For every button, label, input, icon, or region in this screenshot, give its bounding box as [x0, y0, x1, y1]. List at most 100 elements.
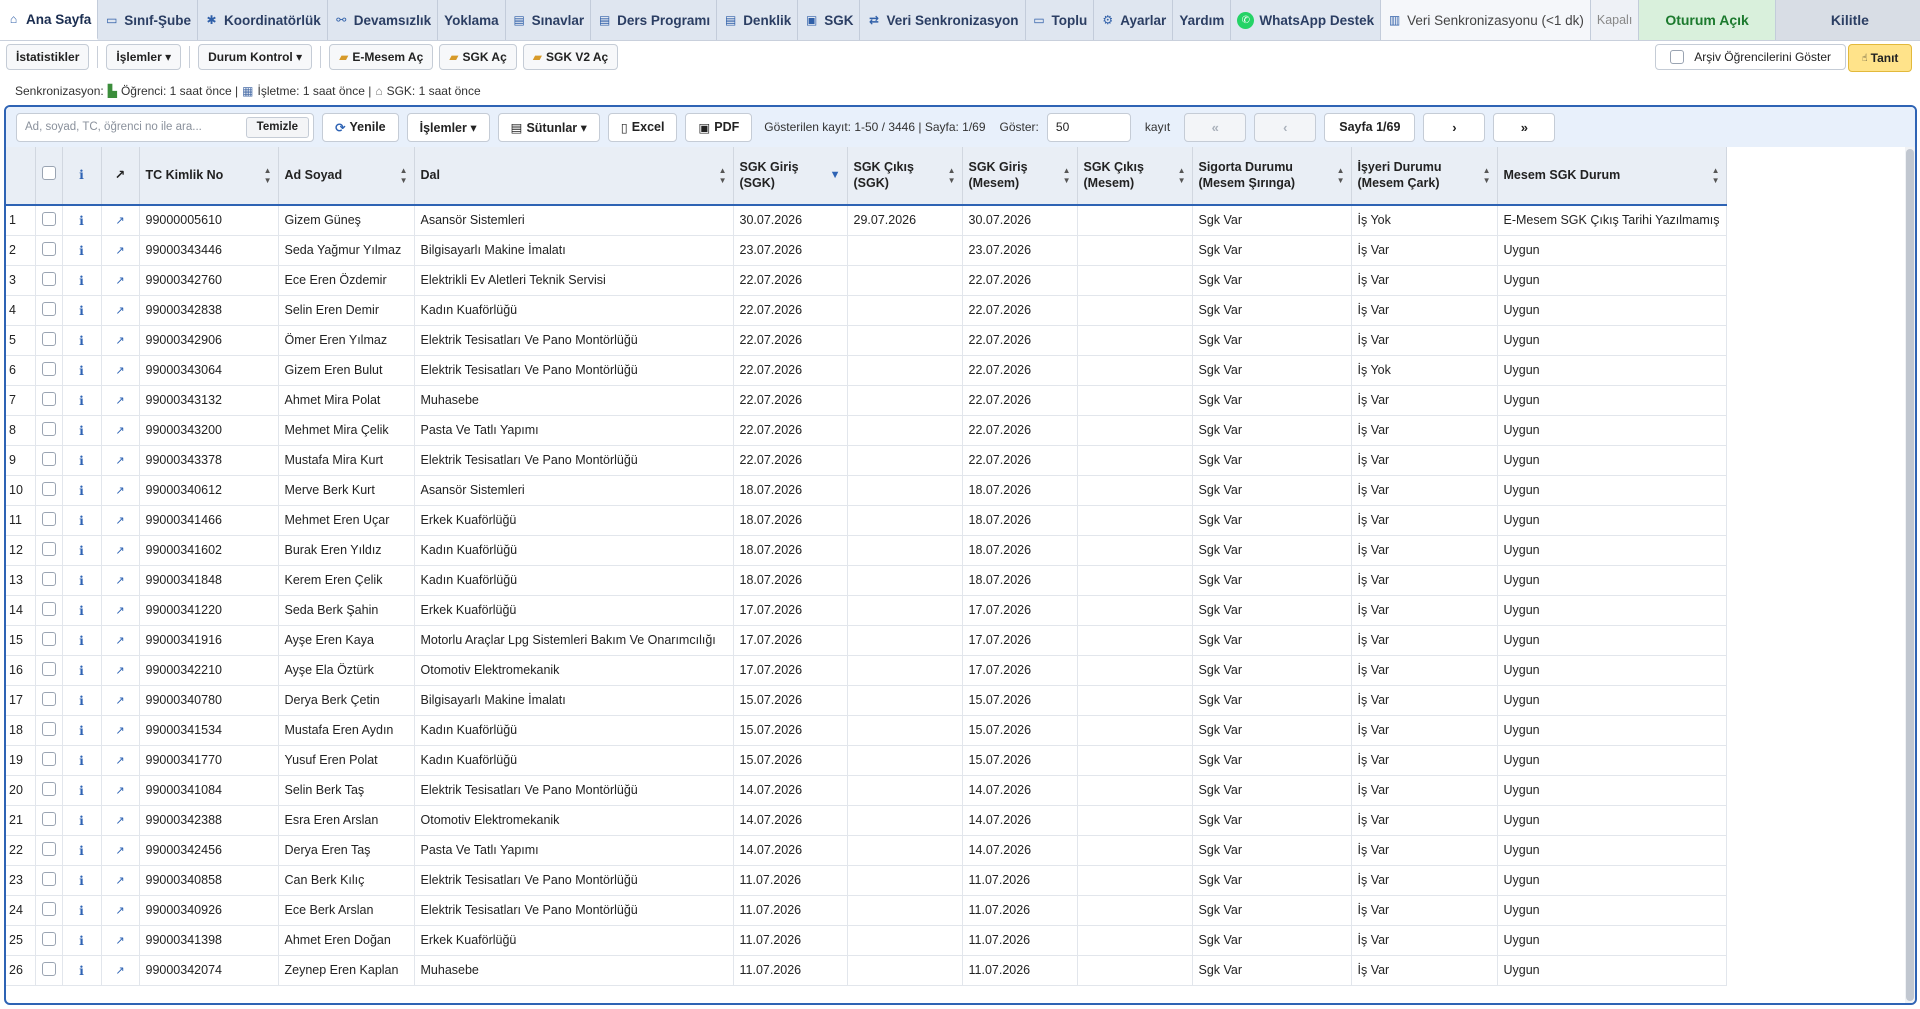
row-open-cell[interactable]: ↗: [101, 385, 140, 416]
external-link-icon[interactable]: ↗: [115, 515, 124, 527]
excel-export-button[interactable]: ▯ Excel: [607, 112, 678, 142]
external-link-icon[interactable]: ↗: [115, 545, 124, 557]
row-select-cell[interactable]: [35, 685, 63, 716]
row-open-cell[interactable]: ↗: [101, 925, 140, 956]
show-archive-students-toggle[interactable]: Arşiv Öğrencilerini Göster: [1655, 44, 1846, 70]
info-icon[interactable]: i: [79, 573, 84, 588]
status-check-dropdown-button[interactable]: Durum Kontrol ▾: [198, 44, 313, 70]
table-row[interactable]: 24 i ↗ 99000340926 Ece Berk Arslan Elektrik T…: [6, 895, 1727, 926]
row-info-cell[interactable]: i: [62, 325, 102, 356]
open-sgk-v2-button[interactable]: ▰ SGK V2 Aç: [522, 44, 619, 70]
row-open-cell[interactable]: ↗: [101, 295, 140, 326]
previous-page-button[interactable]: ‹: [1254, 112, 1317, 142]
row-checkbox[interactable]: [41, 931, 56, 946]
grid-actions-dropdown[interactable]: İşlemler ▾: [406, 112, 490, 142]
row-checkbox[interactable]: [41, 781, 56, 796]
row-info-cell[interactable]: i: [62, 685, 102, 716]
column-header-sgk-exit[interactable]: SGK Çıkış (SGK) ▲ ▼: [847, 147, 963, 206]
row-open-cell[interactable]: ↗: [101, 535, 140, 566]
row-checkbox[interactable]: [41, 301, 56, 316]
column-header-tc[interactable]: TC Kimlik No ▲ ▼: [139, 147, 279, 206]
column-header-mesem-exit[interactable]: SGK Çıkış (Mesem) ▲ ▼: [1077, 147, 1193, 206]
sort-desc-icon[interactable]: ▼: [830, 169, 841, 183]
row-checkbox[interactable]: [41, 601, 56, 616]
tab-whatsapp-destek[interactable]: ✆ WhatsApp Destek: [1231, 0, 1382, 40]
row-open-cell[interactable]: ↗: [101, 805, 140, 836]
external-link-icon[interactable]: ↗: [115, 335, 124, 347]
row-open-cell[interactable]: ↗: [101, 565, 140, 596]
external-link-icon[interactable]: ↗: [115, 455, 124, 467]
actions-dropdown-button[interactable]: İşlemler ▾: [106, 44, 182, 70]
row-info-cell[interactable]: i: [62, 625, 102, 656]
row-checkbox[interactable]: [41, 961, 56, 976]
info-icon[interactable]: i: [79, 753, 84, 768]
row-checkbox[interactable]: [41, 511, 56, 526]
info-icon[interactable]: i: [79, 873, 84, 888]
sort-icon[interactable]: ▲ ▼: [1063, 166, 1071, 186]
info-icon[interactable]: i: [79, 423, 84, 438]
row-info-cell[interactable]: i: [62, 235, 102, 266]
row-select-cell[interactable]: [35, 775, 63, 806]
row-open-cell[interactable]: ↗: [101, 955, 140, 986]
info-icon[interactable]: i: [79, 213, 84, 228]
external-link-icon[interactable]: ↗: [115, 575, 124, 587]
table-row[interactable]: 14 i ↗ 99000341220 Seda Berk Şahin Erkek Kuaf…: [6, 595, 1727, 626]
row-checkbox[interactable]: [41, 451, 56, 466]
row-checkbox[interactable]: [41, 241, 56, 256]
table-row[interactable]: 21 i ↗ 99000342388 Esra Eren Arslan Otomotiv …: [6, 805, 1727, 836]
row-select-cell[interactable]: [35, 505, 63, 536]
scrollbar-thumb[interactable]: [1906, 149, 1914, 1001]
table-row[interactable]: 8 i ↗ 99000343200 Mehmet Mira Çelik Pasta Ve …: [6, 415, 1727, 446]
info-icon[interactable]: i: [79, 393, 84, 408]
sort-icon[interactable]: ▲ ▼: [1178, 166, 1186, 186]
row-select-cell[interactable]: [35, 385, 63, 416]
external-link-icon[interactable]: ↗: [115, 215, 124, 227]
column-header-mesem-sgk[interactable]: Mesem SGK Durum ▲ ▼: [1497, 147, 1727, 206]
row-open-cell[interactable]: ↗: [101, 745, 140, 776]
column-header-sgk-entry[interactable]: SGK Giriş (SGK) ▼: [733, 147, 848, 206]
row-info-cell[interactable]: i: [62, 715, 102, 746]
sort-icon[interactable]: ▲ ▼: [264, 166, 272, 186]
table-row[interactable]: 15 i ↗ 99000341916 Ayşe Eren Kaya Motorlu Ara…: [6, 625, 1727, 656]
row-select-cell[interactable]: [35, 865, 63, 896]
row-checkbox[interactable]: [41, 631, 56, 646]
info-icon[interactable]: i: [79, 723, 84, 738]
first-page-button[interactable]: «: [1184, 112, 1247, 142]
info-icon[interactable]: i: [79, 333, 84, 348]
column-header-name[interactable]: Ad Soyad ▲ ▼: [278, 147, 415, 206]
row-info-cell[interactable]: i: [62, 865, 102, 896]
row-open-cell[interactable]: ↗: [101, 325, 140, 356]
row-info-cell[interactable]: i: [62, 595, 102, 626]
row-select-cell[interactable]: [35, 655, 63, 686]
external-link-icon[interactable]: ↗: [115, 635, 124, 647]
tab-yoklama[interactable]: Yoklama: [438, 0, 506, 40]
row-checkbox[interactable]: [41, 361, 56, 376]
row-info-cell[interactable]: i: [62, 655, 102, 686]
row-select-cell[interactable]: [35, 415, 63, 446]
row-select-cell[interactable]: [35, 445, 63, 476]
external-link-icon[interactable]: ↗: [115, 905, 124, 917]
row-checkbox[interactable]: [41, 391, 56, 406]
table-row[interactable]: 4 i ↗ 99000342838 Selin Eren Demir Kadın Kuaf…: [6, 295, 1727, 326]
table-row[interactable]: 2 i ↗ 99000343446 Seda Yağmur Yılmaz Bilgisay…: [6, 235, 1727, 266]
page-size-input[interactable]: 50: [1046, 112, 1131, 142]
info-icon[interactable]: i: [79, 483, 84, 498]
info-icon[interactable]: i: [79, 813, 84, 828]
row-select-cell[interactable]: [35, 595, 63, 626]
row-checkbox[interactable]: [41, 901, 56, 916]
tab-ayarlar[interactable]: ⚙ Ayarlar: [1094, 0, 1174, 40]
row-select-cell[interactable]: [35, 715, 63, 746]
external-link-icon[interactable]: ↗: [115, 875, 124, 887]
info-icon[interactable]: i: [79, 633, 84, 648]
info-icon[interactable]: i: [79, 303, 84, 318]
row-checkbox[interactable]: [41, 751, 56, 766]
row-open-cell[interactable]: ↗: [101, 235, 140, 266]
info-icon[interactable]: i: [79, 963, 84, 978]
row-checkbox[interactable]: [41, 541, 56, 556]
info-icon[interactable]: i: [79, 693, 84, 708]
row-info-cell[interactable]: i: [62, 505, 102, 536]
row-select-cell[interactable]: [35, 625, 63, 656]
tab-sgk[interactable]: ▣ SGK: [798, 0, 861, 40]
open-emesem-button[interactable]: ▰ E-Mesem Aç: [329, 44, 434, 70]
table-row[interactable]: 11 i ↗ 99000341466 Mehmet Eren Uçar Erkek Kua…: [6, 505, 1727, 536]
